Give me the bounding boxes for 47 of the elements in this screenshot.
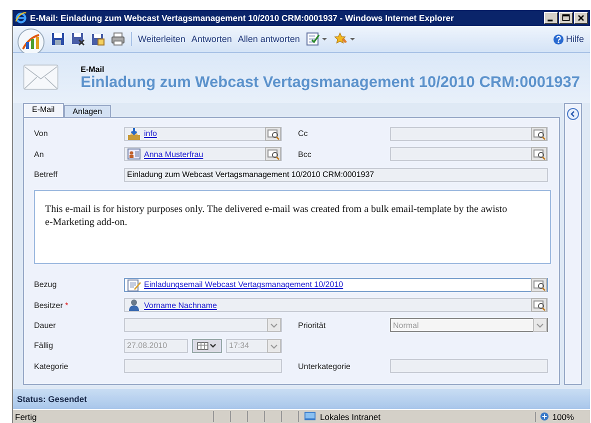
field-label: Priorität [298,320,327,330]
field-label: Fällig [34,341,54,350]
contact-card-icon [127,147,141,162]
save-new-icon[interactable] [91,32,105,46]
entity-label: E-Mail [80,64,106,74]
tab[interactable]: Anlagen [64,105,112,117]
close-button[interactable] [574,12,588,24]
collapse-button[interactable] [567,108,579,120]
calendar-button[interactable] [192,338,222,353]
help-icon [552,34,564,44]
field-label: Bezug [34,280,58,290]
document-edit-icon [127,278,141,292]
window-title: E-Mail: Einladung zum Webcast Vertagsmanagement 10/2010 CRM:0001937 - Windows Internet Explorer [30,13,455,23]
field-label: Kategorie [34,362,70,371]
toolbar-button[interactable]: Allen antworten [238,34,300,44]
record-link[interactable]: Einladungsemail Webcast Vertagsmanagement 10/2010 [144,280,528,290]
record-title: Einladung zum Webcast Vertagsmanagement 10/2010 CRM:0001937 [80,74,580,92]
field-label: An [34,150,45,159]
minimize-button[interactable] [544,12,558,24]
printer-icon[interactable] [111,32,125,46]
field-label: Betreff [34,170,58,180]
status-text: Fertig [14,412,38,422]
user-icon [127,298,141,312]
browser-icon [15,12,27,24]
record-status: Status: Gesendet [13,389,590,409]
inbox-icon [127,126,141,141]
email-body[interactable]: This e-mail is for history purposes only. The delivered e-mail was created from a bulk email-template by the awisto e-Marketing add-on. [34,190,551,264]
save-close-icon[interactable] [71,32,85,46]
zoom-control[interactable]: 100% [535,412,574,422]
security-zone: Lokales Intranet [298,411,431,422]
lookup-icon[interactable] [531,278,547,292]
field-label: Cc [298,129,309,138]
toolbar-button[interactable]: Weiterleiten [138,34,186,44]
network-icon [303,411,317,422]
field-label: Unterkategorie [298,362,352,371]
lookup-field[interactable]: Einladungsemail Webcast Vertagsmanagement 10/2010 [124,278,548,292]
star-icon[interactable] [334,32,356,46]
tab[interactable]: E-Mail [23,103,64,117]
field-label: Besitzer * [34,300,70,310]
maximize-button[interactable] [559,12,573,24]
help-button[interactable]: Hilfe [552,34,584,44]
save-icon[interactable] [51,32,65,46]
toolbar-button[interactable]: Antworten [191,34,232,44]
field-label: Dauer [34,320,57,330]
field-label: Von [34,129,49,138]
checklist-icon[interactable] [306,32,328,46]
field-label: Bcc [298,150,312,159]
